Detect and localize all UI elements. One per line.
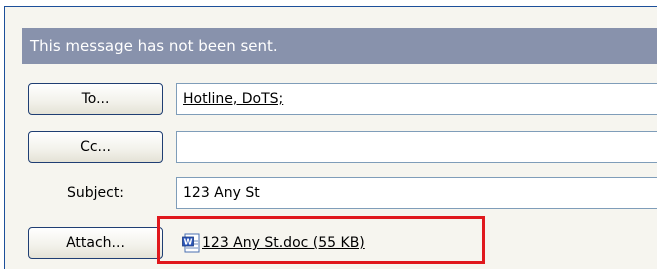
- attach-button[interactable]: Attach...: [28, 227, 163, 259]
- attachment-field: W 123 Any St.doc (55 KB): [176, 227, 657, 259]
- to-field[interactable]: Hotline, DoTS;: [176, 83, 657, 115]
- to-button[interactable]: To...: [28, 83, 163, 115]
- subject-value: 123 Any St: [183, 185, 260, 201]
- cc-button[interactable]: Cc...: [28, 131, 163, 163]
- svg-text:W: W: [184, 238, 193, 247]
- attachment-name[interactable]: 123 Any St.doc (55 KB): [202, 235, 365, 251]
- cc-button-label: Cc...: [80, 139, 111, 155]
- cc-field[interactable]: [176, 131, 657, 163]
- word-document-icon: W: [182, 233, 200, 253]
- info-banner: This message has not been sent.: [22, 28, 657, 64]
- to-button-label: To...: [81, 91, 110, 107]
- to-recipient[interactable]: Hotline, DoTS;: [183, 91, 283, 107]
- subject-label: Subject:: [66, 185, 125, 201]
- subject-field[interactable]: 123 Any St: [176, 177, 657, 209]
- attachment-item[interactable]: W 123 Any St.doc (55 KB): [182, 231, 365, 255]
- attach-button-label: Attach...: [66, 235, 125, 251]
- info-banner-text: This message has not been sent.: [30, 37, 278, 55]
